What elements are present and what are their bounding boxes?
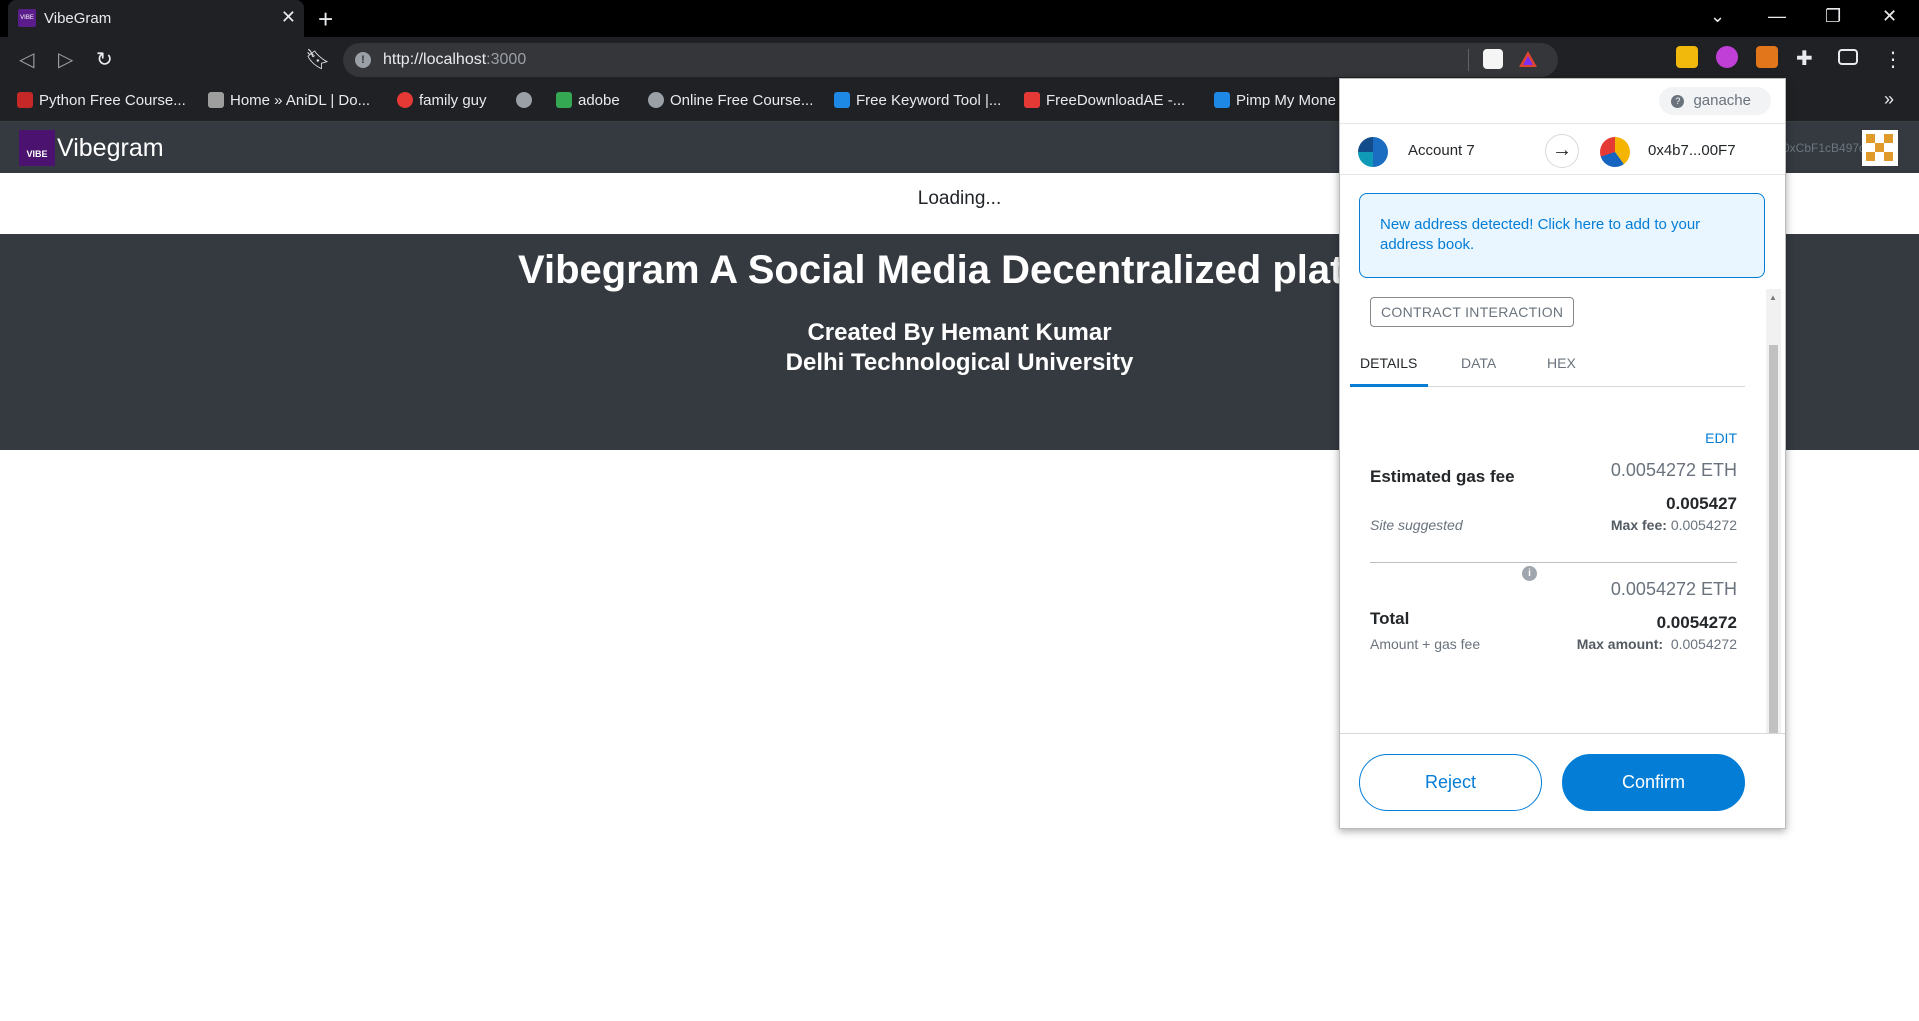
gas-fee-eth: 0.0054272 ETH bbox=[1610, 460, 1737, 480]
details-divider bbox=[1370, 562, 1737, 563]
bookmark-item[interactable]: Online Free Course... bbox=[648, 92, 813, 109]
gas-fee-source: Site suggested bbox=[1370, 517, 1463, 533]
max-amount: Max amount: 0.0054272 bbox=[1576, 636, 1737, 652]
more-bookmarks-button[interactable]: » bbox=[1884, 89, 1894, 110]
bookmark-item[interactable]: Home » AniDL | Do... bbox=[208, 92, 370, 109]
browser-tab[interactable]: VIBE VibeGram ✕ bbox=[8, 0, 304, 37]
bookmark-icon[interactable]: 🔖︎ bbox=[305, 47, 330, 72]
new-address-notice[interactable]: New address detected! Click here to add … bbox=[1359, 193, 1765, 278]
edit-gas-button[interactable]: EDIT bbox=[1705, 430, 1737, 446]
tab-details[interactable]: DETAILS bbox=[1360, 355, 1417, 371]
reload-icon[interactable]: ↻ bbox=[96, 47, 113, 72]
drive-icon bbox=[556, 92, 572, 108]
bookmark-item[interactable]: Python Free Course... bbox=[17, 92, 186, 109]
from-account-name[interactable]: Account 7 bbox=[1408, 142, 1475, 159]
wallet-icon[interactable] bbox=[1838, 49, 1858, 65]
wave-icon bbox=[834, 92, 850, 108]
network-name: ganache bbox=[1693, 92, 1751, 109]
account-avatar bbox=[1862, 130, 1898, 166]
reject-button[interactable]: Reject bbox=[1359, 754, 1542, 811]
p-icon bbox=[1214, 92, 1230, 108]
anidl-icon bbox=[208, 92, 224, 108]
fco-icon bbox=[17, 92, 33, 108]
metamask-fox-icon[interactable] bbox=[1756, 46, 1778, 68]
address-bar[interactable]: ! http://localhost:3000 bbox=[343, 43, 1558, 77]
forward-icon[interactable]: ▷ bbox=[58, 47, 73, 72]
info-icon[interactable]: i bbox=[1522, 566, 1537, 581]
tab-hex[interactable]: HEX bbox=[1547, 355, 1576, 371]
contract-interaction-badge: CONTRACT INTERACTION bbox=[1370, 297, 1575, 327]
close-window-button[interactable]: ✕ bbox=[1882, 6, 1897, 27]
confirm-button[interactable]: Confirm bbox=[1562, 754, 1745, 811]
bookmark-item[interactable]: adobe bbox=[556, 92, 620, 109]
globe-icon bbox=[648, 92, 664, 108]
gas-fee-value: 0.005427 bbox=[1666, 494, 1737, 513]
max-fee: Max fee: 0.0054272 bbox=[1610, 517, 1737, 533]
extensions-puzzle-icon[interactable]: ✚ bbox=[1796, 46, 1818, 70]
tab-data[interactable]: DATA bbox=[1461, 355, 1496, 371]
total-label: Total bbox=[1370, 609, 1410, 628]
vibegram-logo[interactable]: VIBE bbox=[19, 130, 55, 166]
sender-recipient-bar: Account 7 → 0x4b7...00F7 bbox=[1340, 123, 1785, 175]
url-text: http://localhost:3000 bbox=[383, 51, 527, 68]
bookmark-item[interactable]: family guy bbox=[397, 92, 487, 109]
restore-button[interactable]: ❐ bbox=[1825, 6, 1841, 27]
tab-title: VibeGram bbox=[44, 10, 112, 27]
to-address-identicon bbox=[1600, 137, 1630, 167]
browser-toolbar: ◁ ▷ ↻ 🔖︎ ! http://localhost:3000 ✚ ⋮ bbox=[0, 37, 1919, 84]
screen: VIBE VibeGram ✕ + ⌄ — ❐ ✕ ◁ ▷ ↻ 🔖︎ ! htt… bbox=[0, 0, 1919, 1021]
scrollbar-thumb[interactable] bbox=[1769, 345, 1778, 785]
tab-search-chevron-icon[interactable]: ⌄ bbox=[1710, 6, 1725, 27]
gas-fee-label: Estimated gas fee bbox=[1370, 467, 1515, 486]
omnibox-divider bbox=[1468, 49, 1469, 71]
bookmark-item[interactable]: Pimp My Mone bbox=[1214, 92, 1336, 109]
globe-icon bbox=[516, 92, 532, 108]
details-tabs: DETAILS DATA HEX bbox=[1350, 341, 1745, 387]
bookmark-item[interactable] bbox=[516, 92, 538, 109]
scroll-up-icon[interactable]: ▲ bbox=[1769, 293, 1777, 302]
total-description: Amount + gas fee bbox=[1370, 636, 1481, 652]
hero-title: Vibegram A Social Media Decentralized pl… bbox=[518, 248, 1433, 292]
menu-icon[interactable]: ⋮ bbox=[1883, 47, 1903, 72]
metamask-header: ? ganache bbox=[1340, 79, 1785, 123]
network-unknown-icon: ? bbox=[1671, 95, 1685, 108]
vibegram-favicon-icon: VIBE bbox=[18, 9, 36, 27]
close-tab-icon[interactable]: ✕ bbox=[281, 7, 296, 28]
total-eth: 0.0054272 ETH bbox=[1610, 579, 1737, 599]
minimize-button[interactable]: — bbox=[1768, 6, 1786, 27]
metamask-popup: ? ganache Account 7 → 0x4b7...00F7 New a… bbox=[1339, 78, 1786, 829]
bookmark-item[interactable]: Free Keyword Tool |... bbox=[834, 92, 1001, 109]
binance-wallet-icon[interactable] bbox=[1676, 46, 1698, 68]
action-footer: Reject Confirm bbox=[1340, 733, 1785, 828]
m-icon bbox=[397, 92, 413, 108]
total-value: 0.0054272 bbox=[1656, 613, 1737, 632]
site-info-icon[interactable]: ! bbox=[355, 52, 371, 68]
extension-icon[interactable] bbox=[1716, 46, 1738, 68]
brand-name[interactable]: Vibegram bbox=[57, 134, 164, 163]
brave-rewards-icon[interactable] bbox=[1518, 49, 1538, 69]
to-address[interactable]: 0x4b7...00F7 bbox=[1648, 142, 1736, 159]
account-address: 0xCbF1cB497d bbox=[1783, 141, 1866, 155]
back-icon[interactable]: ◁ bbox=[19, 47, 34, 72]
browser-tab-bar: VIBE VibeGram ✕ + ⌄ — ❐ ✕ bbox=[0, 0, 1919, 37]
bookmark-item[interactable]: FreeDownloadAE -... bbox=[1024, 92, 1185, 109]
active-tab-indicator bbox=[1350, 384, 1428, 387]
new-tab-button[interactable]: + bbox=[318, 4, 333, 35]
brave-shield-icon[interactable] bbox=[1483, 49, 1503, 69]
arrow-right-icon: → bbox=[1545, 134, 1579, 168]
popcorn-icon bbox=[1024, 92, 1040, 108]
from-account-identicon bbox=[1358, 137, 1388, 167]
network-selector[interactable]: ? ganache bbox=[1659, 87, 1771, 115]
